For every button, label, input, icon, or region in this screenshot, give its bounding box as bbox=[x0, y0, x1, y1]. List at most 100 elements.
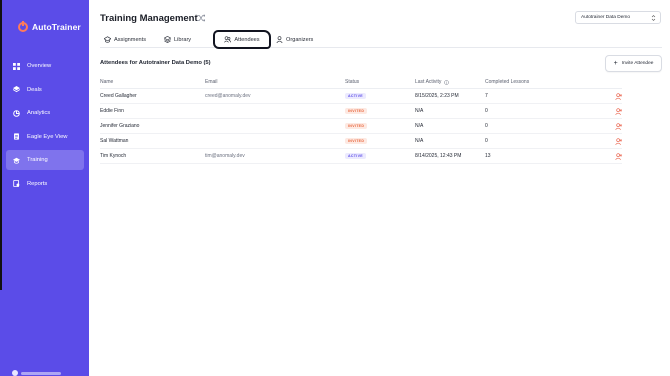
attendee-last-activity: N/A bbox=[415, 123, 424, 129]
row-actions bbox=[602, 137, 622, 145]
status-badge: INVITED bbox=[345, 122, 368, 130]
attendee-status: INVITED bbox=[345, 137, 415, 145]
tab-bar: Assignments Library Attendees Organizers bbox=[100, 30, 662, 49]
attendee-status: INVITED bbox=[345, 122, 415, 130]
sidebar-item-analytics[interactable]: Analytics bbox=[6, 103, 84, 123]
table-row[interactable]: Tim Kynoch tim@anomaly.dev ACTIVE 8/14/2… bbox=[100, 149, 622, 164]
column-header-name[interactable]: Name bbox=[100, 79, 205, 85]
row-actions bbox=[602, 92, 622, 100]
sidebar-item-label: Eagle Eye View bbox=[27, 133, 68, 140]
row-actions bbox=[602, 107, 622, 115]
graduation-cap-icon bbox=[13, 157, 20, 164]
sidebar-item-deals[interactable]: Deals bbox=[6, 80, 84, 100]
brand-name: AutoTrainer bbox=[32, 22, 81, 32]
remove-user-icon[interactable] bbox=[615, 152, 622, 160]
remove-user-icon[interactable] bbox=[615, 107, 622, 115]
main-content: Training Management Autotrainer Data Dem… bbox=[89, 0, 670, 376]
attendee-name: Creed Gallagher bbox=[100, 93, 137, 99]
window-edge bbox=[0, 0, 2, 290]
column-header-last-activity[interactable]: Last Activity bbox=[415, 79, 485, 85]
table-header: Name Email Status Last Activity Complete… bbox=[100, 76, 622, 89]
sidebar-item-label: Deals bbox=[27, 86, 42, 93]
sidebar-item-training[interactable]: Training bbox=[6, 150, 84, 170]
organization-select[interactable]: Autotrainer Data Demo bbox=[575, 11, 661, 24]
sidebar-item-label: Analytics bbox=[27, 110, 51, 116]
attendees-table: Name Email Status Last Activity Complete… bbox=[100, 76, 622, 164]
column-header-status[interactable]: Status bbox=[345, 79, 415, 85]
column-header-email[interactable]: Email bbox=[205, 79, 345, 85]
tab-label: Assignments bbox=[114, 36, 147, 43]
attendee-name: Eddie Finn bbox=[100, 108, 124, 114]
info-icon[interactable] bbox=[444, 79, 450, 85]
tab-label: Attendees bbox=[234, 36, 260, 43]
attendee-completed-lessons: 0 bbox=[485, 123, 488, 129]
row-actions bbox=[602, 152, 622, 160]
remove-user-icon[interactable] bbox=[615, 92, 622, 100]
row-actions bbox=[602, 122, 622, 130]
tab-organizers[interactable]: Organizers bbox=[276, 33, 313, 46]
table-row[interactable]: Eddie Finn INVITED N/A 0 bbox=[100, 104, 622, 119]
attendee-name: Jennifer Graziano bbox=[100, 123, 140, 129]
attendee-name: Sal Wattman bbox=[100, 138, 129, 144]
attendee-status: ACTIVE bbox=[345, 92, 415, 100]
power-logo-icon bbox=[18, 21, 28, 32]
attendee-completed-lessons: 7 bbox=[485, 93, 488, 99]
table-body: Creed Gallagher creed@anomaly.dev ACTIVE… bbox=[100, 89, 622, 164]
users-icon bbox=[224, 36, 232, 43]
attendee-status: ACTIVE bbox=[345, 152, 415, 160]
user-icon bbox=[276, 36, 283, 43]
tab-label: Organizers bbox=[286, 36, 314, 43]
status-badge: ACTIVE bbox=[345, 152, 366, 160]
shuffle-icon[interactable] bbox=[197, 14, 205, 22]
tab-label: Library bbox=[174, 36, 192, 43]
tab-assignments[interactable]: Assignments bbox=[104, 33, 146, 46]
invite-attendee-button[interactable]: + Invite Attendee bbox=[605, 55, 662, 72]
attendee-completed-lessons: 0 bbox=[485, 108, 488, 114]
page-title: Training Management bbox=[100, 13, 198, 24]
avatar bbox=[12, 370, 18, 376]
grid-icon bbox=[13, 62, 20, 70]
attendee-last-activity: N/A bbox=[415, 108, 424, 114]
layers-icon bbox=[13, 86, 20, 93]
user-profile[interactable] bbox=[12, 370, 72, 376]
organization-select-value: Autotrainer Data Demo bbox=[581, 15, 631, 20]
column-header-label: Last Activity bbox=[415, 79, 442, 85]
app-window: AutoTrainer Overview Deals Analytics Eag… bbox=[0, 0, 670, 376]
sidebar-item-eagle-eye-view[interactable]: Eagle Eye View bbox=[6, 127, 84, 147]
graduation-cap-icon bbox=[104, 36, 111, 43]
attendees-heading: Attendees for Autotrainer Data Demo (5) bbox=[100, 60, 211, 66]
tab-attendees[interactable]: Attendees bbox=[213, 30, 271, 49]
attendee-status: INVITED bbox=[345, 107, 415, 115]
brand[interactable]: AutoTrainer bbox=[18, 21, 81, 32]
attendee-last-activity: N/A bbox=[415, 138, 424, 144]
table-row[interactable]: Creed Gallagher creed@anomaly.dev ACTIVE… bbox=[100, 89, 622, 104]
attendee-completed-lessons: 0 bbox=[485, 138, 488, 144]
sidebar-item-reports[interactable]: Reports bbox=[6, 174, 84, 194]
attendee-email: tim@anomaly.dev bbox=[205, 153, 245, 159]
sidebar-nav: Overview Deals Analytics Eagle Eye View bbox=[6, 56, 84, 197]
table-row[interactable]: Sal Wattman INVITED N/A 0 bbox=[100, 134, 622, 149]
chevron-updown-icon bbox=[651, 15, 656, 21]
attendee-email: creed@anomaly.dev bbox=[205, 93, 251, 99]
sidebar-item-label: Reports bbox=[27, 180, 48, 187]
report-icon bbox=[13, 180, 20, 187]
remove-user-icon[interactable] bbox=[615, 137, 622, 145]
sidebar-item-overview[interactable]: Overview bbox=[6, 56, 84, 76]
column-header-completed-lessons[interactable]: Completed Lessons bbox=[485, 79, 602, 85]
status-badge: INVITED bbox=[345, 137, 368, 145]
layers-icon bbox=[164, 36, 171, 43]
sidebar-item-label: Training bbox=[27, 157, 48, 163]
table-row[interactable]: Jennifer Graziano INVITED N/A 0 bbox=[100, 119, 622, 134]
analytics-icon bbox=[13, 109, 20, 117]
plus-icon: + bbox=[613, 60, 618, 67]
invite-attendee-label: Invite Attendee bbox=[621, 61, 654, 66]
attendee-last-activity: 8/15/2025, 2:23 PM bbox=[415, 93, 459, 99]
remove-user-icon[interactable] bbox=[615, 122, 622, 130]
user-name-truncated bbox=[21, 371, 61, 375]
attendee-last-activity: 8/14/2025, 12:43 PM bbox=[415, 153, 462, 159]
status-badge: INVITED bbox=[345, 107, 368, 115]
status-badge: ACTIVE bbox=[345, 92, 366, 100]
tab-library[interactable]: Library bbox=[164, 33, 191, 46]
document-icon bbox=[13, 133, 20, 140]
sidebar: AutoTrainer Overview Deals Analytics Eag… bbox=[0, 0, 89, 376]
